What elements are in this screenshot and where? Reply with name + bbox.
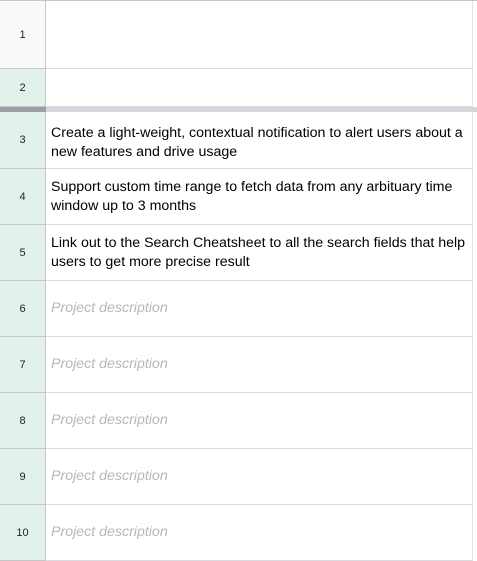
row-header[interactable]: 3 [0, 112, 46, 169]
description-cell[interactable] [46, 1, 473, 69]
sheet-row: 6 Project description [0, 281, 477, 337]
spreadsheet-grid: 1 2 3 Create a light-weight, contextual … [0, 0, 477, 561]
description-cell[interactable]: Project description [46, 281, 473, 337]
description-cell[interactable]: Project description [46, 393, 473, 449]
sheet-row: 10 Project description [0, 505, 477, 561]
sheet-row: 2 [0, 69, 477, 107]
description-cell[interactable]: Create a light-weight, contextual notifi… [46, 112, 473, 169]
row-header[interactable]: 10 [0, 505, 46, 561]
row-header[interactable]: 7 [0, 337, 46, 393]
row-header[interactable]: 1 [0, 1, 46, 69]
sheet-row: 1 [0, 1, 477, 69]
row-header[interactable]: 9 [0, 449, 46, 505]
row-header[interactable]: 2 [0, 69, 46, 107]
row-header[interactable]: 5 [0, 225, 46, 281]
row-header[interactable]: 4 [0, 169, 46, 225]
sheet-row: 4 Support custom time range to fetch dat… [0, 169, 477, 225]
description-cell[interactable]: Support custom time range to fetch data … [46, 169, 473, 225]
row-header[interactable]: 6 [0, 281, 46, 337]
description-cell[interactable] [46, 69, 473, 107]
description-cell[interactable]: Project description [46, 449, 473, 505]
sheet-row: 8 Project description [0, 393, 477, 449]
sheet-row: 7 Project description [0, 337, 477, 393]
row-header[interactable]: 8 [0, 393, 46, 449]
description-cell[interactable]: Project description [46, 505, 473, 561]
sheet-row: 5 Link out to the Search Cheatsheet to a… [0, 225, 477, 281]
sheet-row: 9 Project description [0, 449, 477, 505]
description-cell[interactable]: Project description [46, 337, 473, 393]
sheet-row: 3 Create a light-weight, contextual noti… [0, 112, 477, 169]
description-cell[interactable]: Link out to the Search Cheatsheet to all… [46, 225, 473, 281]
